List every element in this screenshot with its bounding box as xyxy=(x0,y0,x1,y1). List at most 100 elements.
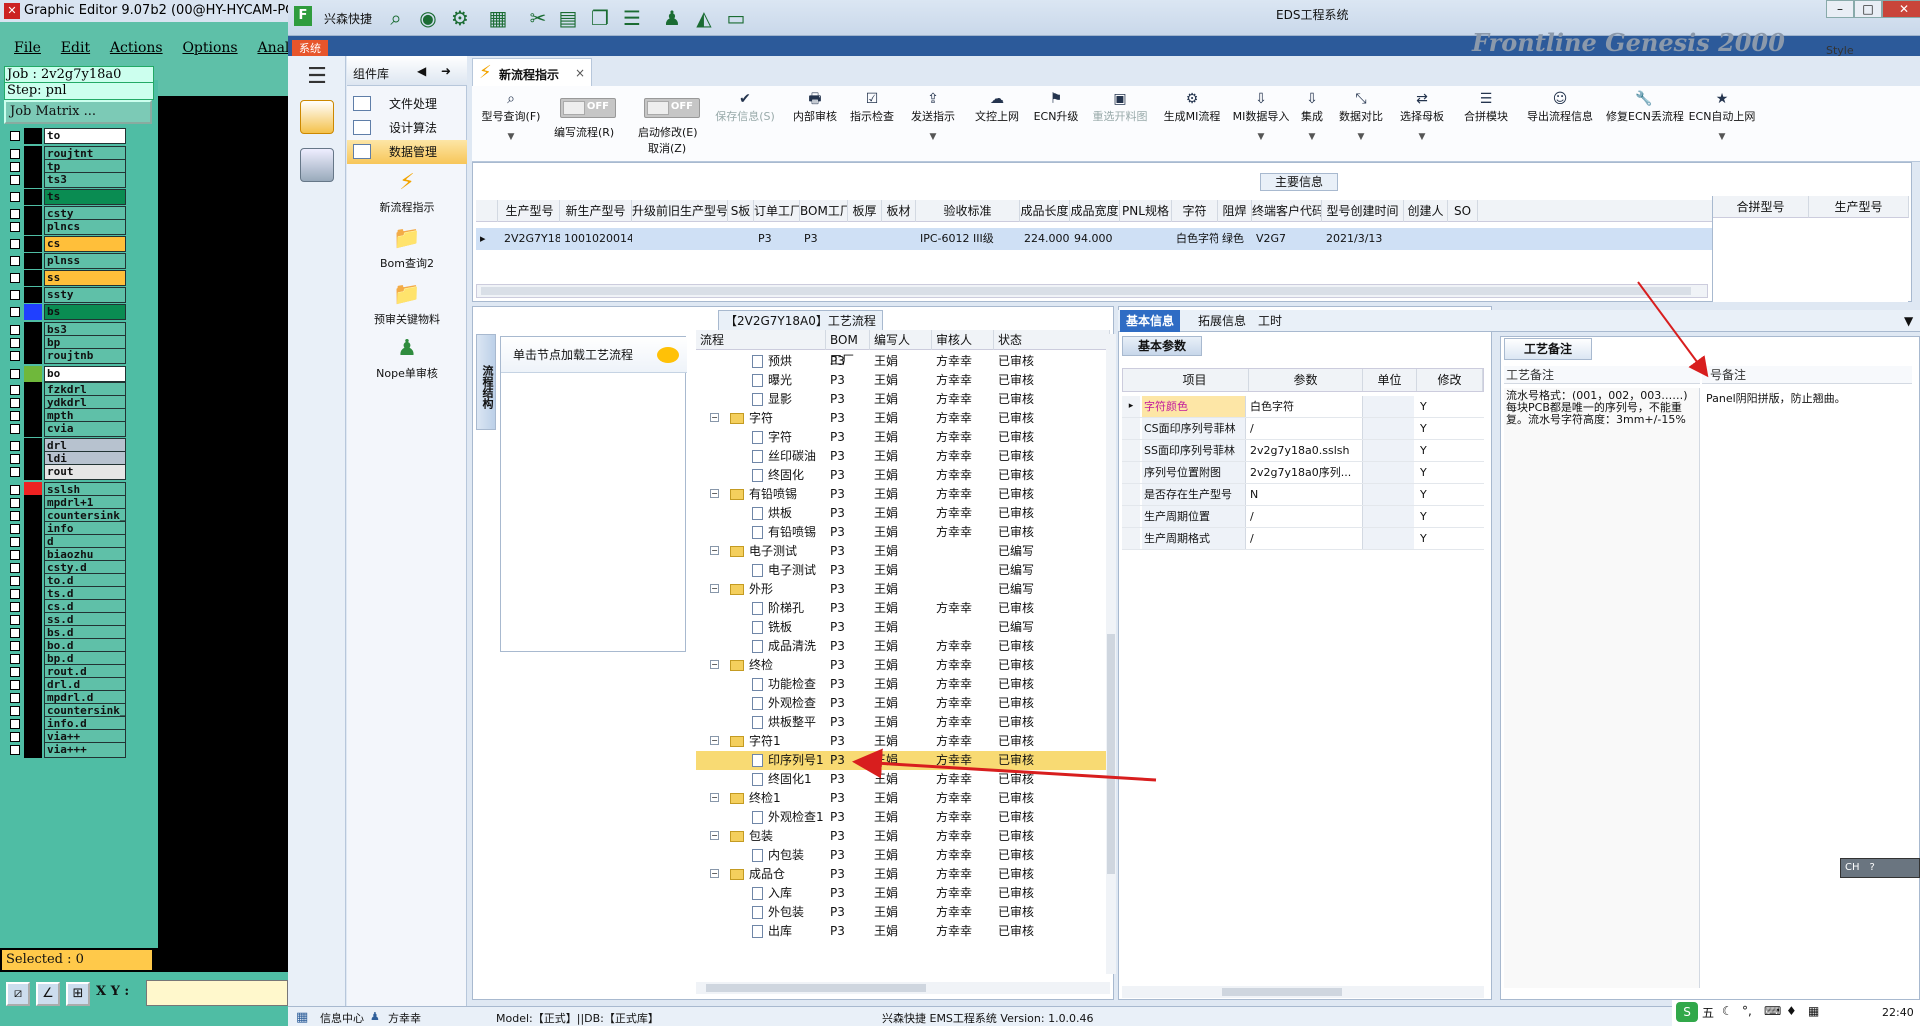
nav-item-data[interactable]: 数据管理 xyxy=(347,140,467,164)
layer-checkbox[interactable] xyxy=(10,290,20,300)
maximize-button[interactable]: □ xyxy=(1854,0,1882,18)
layer-checkbox[interactable] xyxy=(10,424,20,434)
keyboard-icon[interactable]: ⌨ xyxy=(1764,1004,1781,1018)
layer-checkbox[interactable] xyxy=(10,338,20,348)
layer-row[interactable]: bs xyxy=(4,304,152,320)
tree-node[interactable]: 曝光 P3 王娟 方幸幸 已审核 xyxy=(696,371,1110,390)
hamburger-menu-icon[interactable]: ☰ xyxy=(302,62,332,92)
info-center[interactable]: 信息中心 xyxy=(320,1010,364,1026)
horizontal-scrollbar[interactable] xyxy=(696,982,1110,994)
expand-toggle-icon[interactable]: − xyxy=(710,660,719,669)
cancel-button[interactable]: 取消(Z) xyxy=(648,140,686,156)
layer-checkbox[interactable] xyxy=(10,411,20,421)
layer-checkbox[interactable] xyxy=(10,719,20,729)
tool-new-flow[interactable]: ⚡ 新流程指示 xyxy=(347,170,467,226)
param-value[interactable]: / xyxy=(1248,506,1360,527)
layer-row[interactable]: rout xyxy=(4,464,152,480)
tool-material[interactable]: 📁 预审关键物料 xyxy=(347,282,467,338)
param-value[interactable]: 2v2g7y18a0序列... xyxy=(1248,462,1360,483)
moon-icon[interactable]: ☾ xyxy=(1722,1004,1733,1018)
param-value[interactable]: 2v2g7y18a0.sslsh xyxy=(1248,440,1360,461)
table-icon[interactable]: ▦ xyxy=(486,6,510,30)
ribbon-button-14[interactable]: 🔧 修复ECN丢流程 xyxy=(1606,90,1684,124)
layer-row[interactable]: ts xyxy=(4,189,152,205)
layer-name[interactable]: roujtnb xyxy=(44,348,126,364)
row-selector[interactable] xyxy=(1122,484,1140,505)
layer-checkbox[interactable] xyxy=(10,745,20,755)
expand-toggle-icon[interactable]: − xyxy=(710,546,719,555)
layer-name[interactable]: ts3 xyxy=(44,172,126,188)
layer-name[interactable]: ssty xyxy=(44,287,126,303)
ribbon-button-5[interactable]: ⚑ ECN升级 xyxy=(1032,90,1080,124)
list-icon[interactable]: ☰ xyxy=(620,6,644,30)
user-icon[interactable]: ♟ xyxy=(660,6,684,30)
menu-file[interactable]: File xyxy=(14,40,41,56)
layer-checkbox[interactable] xyxy=(10,467,20,477)
layer-row[interactable]: roujtnb xyxy=(4,348,152,364)
layer-checkbox[interactable] xyxy=(10,325,20,335)
help-icon[interactable]: ? xyxy=(1870,862,1875,873)
monitor-icon[interactable]: ▭ xyxy=(724,6,748,30)
layer-row[interactable]: ssty xyxy=(4,287,152,303)
layer-checkbox[interactable] xyxy=(10,485,20,495)
layer-checkbox[interactable] xyxy=(10,131,20,141)
film-icon[interactable]: ▤ xyxy=(556,6,580,30)
tab-extended-info[interactable]: 拓展信息 xyxy=(1192,310,1252,332)
chat-bubble-icon[interactable] xyxy=(657,347,679,363)
layer-checkbox[interactable] xyxy=(10,563,20,573)
layer-checkbox[interactable] xyxy=(10,192,20,202)
xy-input[interactable] xyxy=(146,980,288,1006)
layer-checkbox[interactable] xyxy=(10,537,20,547)
minimize-button[interactable]: – xyxy=(1826,0,1854,18)
tree-node[interactable]: − 字符 P3 王娟 方幸幸 已审核 xyxy=(696,409,1110,428)
layer-name[interactable]: cs xyxy=(44,236,126,252)
param-row[interactable]: 是否存在生产型号 N Y xyxy=(1122,484,1484,506)
calculator-icon[interactable] xyxy=(300,148,334,182)
param-value[interactable]: 白色字符 xyxy=(1248,396,1360,417)
layer-checkbox[interactable] xyxy=(10,576,20,586)
vertical-scrollbar[interactable] xyxy=(1106,334,1116,974)
layer-checkbox[interactable] xyxy=(10,680,20,690)
chevron-left-icon[interactable]: ◀ xyxy=(417,64,426,78)
grid-icon[interactable]: ▦ xyxy=(296,1010,308,1025)
layer-name[interactable]: ss xyxy=(44,270,126,286)
tree-node[interactable]: 终固化 P3 王娟 方幸幸 已审核 xyxy=(696,466,1110,485)
tab-new-flow[interactable]: ⚡ 新流程指示 × xyxy=(472,58,592,86)
param-row[interactable]: 生产周期位置 / Y xyxy=(1122,506,1484,528)
layer-checkbox[interactable] xyxy=(10,693,20,703)
expand-toggle-icon[interactable]: − xyxy=(710,489,719,498)
ribbon-button-13[interactable]: ☺ 导出流程信息 xyxy=(1520,90,1600,124)
yx-logo-icon[interactable] xyxy=(300,100,334,134)
expand-toggle-icon[interactable]: − xyxy=(710,413,719,422)
param-value[interactable]: / xyxy=(1248,528,1360,549)
job-matrix-button[interactable]: Job Matrix ... xyxy=(4,100,152,124)
expand-toggle-icon[interactable]: − xyxy=(710,831,719,840)
tree-node[interactable]: 字符 P3 王娟 方幸幸 已审核 xyxy=(696,428,1110,447)
ribbon-button-10[interactable]: ⤡ 数据对比 ▼ xyxy=(1334,90,1388,142)
tree-node[interactable]: 预烘 P3 王娟 方幸幸 已审核 xyxy=(696,352,1110,371)
layer-checkbox[interactable] xyxy=(10,307,20,317)
layer-checkbox[interactable] xyxy=(10,654,20,664)
param-row[interactable]: 生产周期格式 / Y xyxy=(1122,528,1484,550)
layer-checkbox[interactable] xyxy=(10,385,20,395)
layer-checkbox[interactable] xyxy=(10,175,20,185)
layer-checkbox[interactable] xyxy=(10,732,20,742)
tree-node[interactable]: 铣板 P3 王娟 已编写 xyxy=(696,618,1110,637)
table-row[interactable]: ▸ 2V2G7Y18A0 10010200147579 P3 P3 IPC-6012 II… xyxy=(476,228,1716,250)
menu-actions[interactable]: Actions xyxy=(110,40,163,56)
param-row[interactable]: CS面印序列号菲林 / Y xyxy=(1122,418,1484,440)
ribbon-button-1[interactable]: 🖶 内部审核 xyxy=(790,90,840,124)
tree-node[interactable]: 成品清洗 P3 王娟 方幸幸 已审核 xyxy=(696,637,1110,656)
scrollbar-thumb[interactable] xyxy=(1222,988,1342,996)
tree-node[interactable]: 终固化1 P3 王娟 方幸幸 已审核 xyxy=(696,770,1110,789)
param-value[interactable]: / xyxy=(1248,418,1360,439)
layer-row[interactable]: cs xyxy=(4,236,152,252)
tree-node[interactable]: 内包装 P3 王娟 方幸幸 已审核 xyxy=(696,846,1110,865)
layer-checkbox[interactable] xyxy=(10,667,20,677)
layer-checkbox[interactable] xyxy=(10,351,20,361)
layer-name[interactable]: rout xyxy=(44,464,126,480)
row-selector[interactable] xyxy=(1122,462,1140,483)
tab-work-hours[interactable]: 工时 xyxy=(1252,310,1288,332)
layer-checkbox[interactable] xyxy=(10,550,20,560)
layer-row[interactable]: plnss xyxy=(4,253,152,269)
